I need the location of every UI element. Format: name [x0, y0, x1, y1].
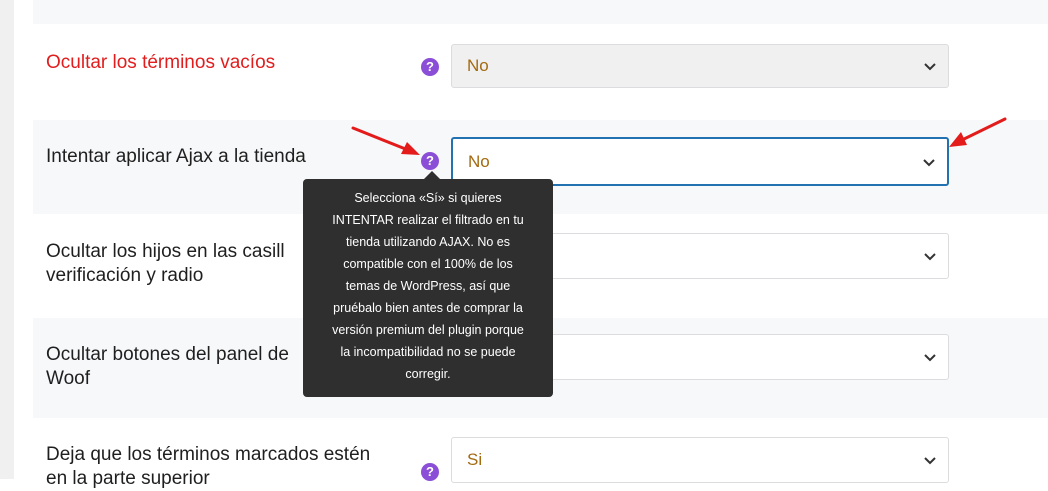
select-checked-terms-top[interactable]: Si: [451, 437, 949, 483]
chevron-down-icon: [924, 63, 936, 71]
question-circle-icon[interactable]: ?: [421, 463, 439, 481]
select-hide-empty-terms[interactable]: No: [451, 44, 949, 88]
tooltip-arrow: [424, 171, 440, 179]
question-circle-icon[interactable]: ?: [421, 58, 439, 76]
settings-row-top-partial: [33, 0, 1048, 24]
select-value: No: [468, 151, 490, 171]
chevron-down-icon: [924, 354, 936, 362]
select-value: Si: [467, 450, 483, 469]
settings-row-checked-terms-top: Deja que los términos marcados estén en …: [33, 418, 1048, 489]
question-circle-icon[interactable]: ?: [421, 152, 439, 170]
select-value: No: [467, 56, 489, 75]
left-admin-strip: [0, 0, 14, 479]
chevron-down-icon: [924, 457, 936, 465]
settings-row-hide-empty-terms: Ocultar los términos vacíos ? No: [33, 24, 1048, 120]
help-tooltip: Selecciona «Sí» si quieres INTENTAR real…: [303, 179, 553, 397]
chevron-down-icon: [923, 158, 935, 166]
setting-label-hide-empty-terms: Ocultar los términos vacíos: [46, 52, 276, 73]
chevron-down-icon: [924, 253, 936, 261]
setting-label-checked-terms-top: Deja que los términos marcados estén en …: [46, 444, 371, 489]
setting-label-ajax-shop: Intentar aplicar Ajax a la tienda: [46, 146, 306, 167]
